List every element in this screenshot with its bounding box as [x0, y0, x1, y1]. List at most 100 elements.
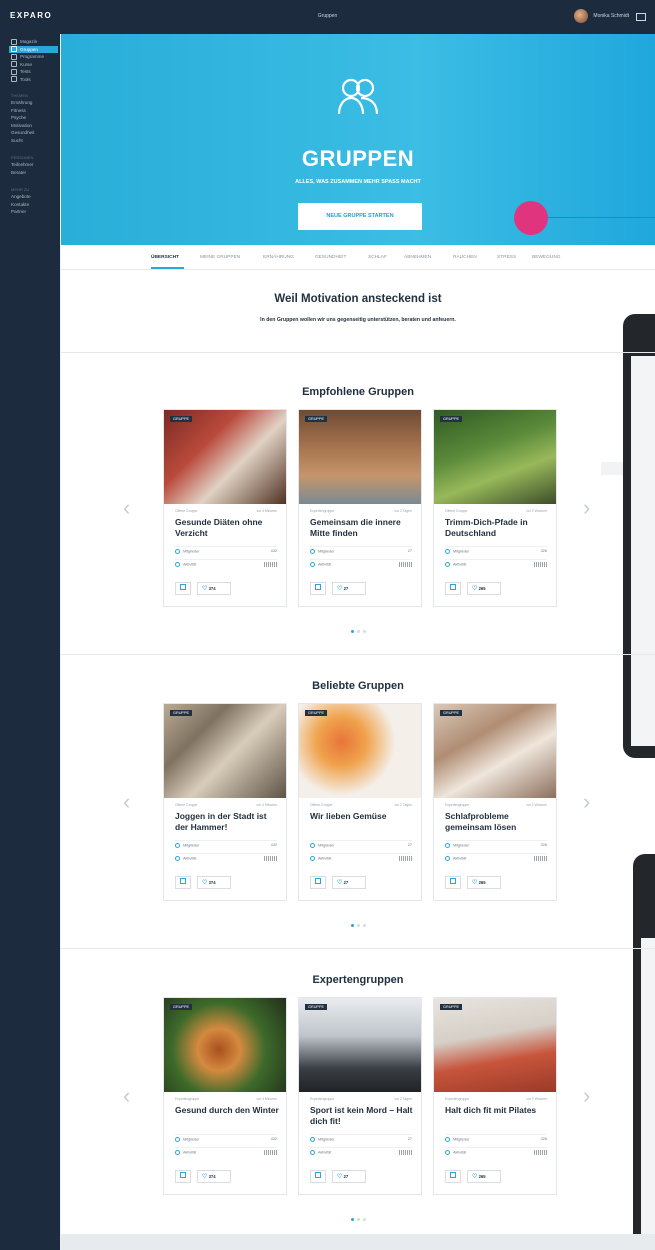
sidebar-link[interactable]: Teilnehmer	[0, 162, 60, 170]
activity-icon	[310, 856, 315, 861]
carousel-next-arrow[interactable]: ›	[583, 495, 590, 521]
activity-icon	[175, 562, 180, 567]
mail-icon[interactable]	[636, 13, 646, 21]
carousel-prev-arrow[interactable]: ‹	[123, 495, 130, 521]
hotspot-marker[interactable]	[514, 201, 548, 235]
group-card[interactable]: GRUPPE Expertengruppe vor 2 Tagen Sport i…	[298, 997, 422, 1195]
card-title[interactable]: Gemeinsam die innere Mitte finden	[310, 517, 414, 538]
heart-icon: ♡	[472, 1174, 478, 1180]
bookmark-button[interactable]	[175, 582, 191, 595]
test-icon	[11, 68, 17, 75]
group-card[interactable]: GRUPPE Offene Gruppe vor 2 Tagen Wir lieb…	[298, 703, 422, 901]
footer-band	[61, 1234, 655, 1250]
card-title[interactable]: Gesunde Diäten ohne Verzicht	[175, 517, 279, 538]
group-card[interactable]: GRUPPE Expertengruppe vor 4 Minuten Gesun…	[163, 997, 287, 1195]
sidebar-heading: PERSONEN	[11, 155, 34, 160]
carousel-pagination[interactable]	[61, 914, 655, 932]
card-image: GRUPPE	[434, 998, 556, 1092]
card-image: GRUPPE	[164, 704, 286, 798]
group-card[interactable]: GRUPPE Expertengruppe vor 2 Wochen Halt d…	[433, 997, 557, 1195]
card-title[interactable]: Halt dich fit mit Pilates	[445, 1105, 549, 1116]
tab-abnehmen[interactable]: ABNEHMEN	[404, 255, 431, 260]
bookmark-button[interactable]	[175, 1170, 191, 1183]
bookmark-button[interactable]	[175, 876, 191, 889]
group-card[interactable]: GRUPPE Expertengruppe vor 2 Tagen Gemeins…	[298, 409, 422, 607]
card-image: GRUPPE	[434, 410, 556, 504]
like-button[interactable]: ♡ 374	[197, 876, 231, 889]
user-name[interactable]: Monika Schmidt	[593, 13, 629, 19]
carousel-pagination[interactable]	[61, 620, 655, 638]
sidebar-item-kurse[interactable]: Kurse	[0, 61, 60, 69]
tab-stress[interactable]: STRESS	[497, 255, 516, 260]
divider	[61, 654, 655, 655]
carousel-prev-arrow[interactable]: ‹	[123, 1083, 130, 1109]
card-title[interactable]: Gesund durch den Winter	[175, 1105, 279, 1116]
sidebar-heading: MEHR ZU	[11, 187, 30, 192]
bookmark-button[interactable]	[445, 1170, 461, 1183]
activity-bars	[399, 856, 412, 861]
sidebar-link[interactable]: Psyche	[0, 115, 60, 123]
sidebar-item-tools[interactable]: Tools	[0, 76, 60, 84]
activity-icon	[445, 856, 450, 861]
card-title[interactable]: Trimm-Dich-Pfade in Deutschland	[445, 517, 549, 538]
tab-ernaehrung[interactable]: ERNÄHRUNG	[263, 255, 294, 260]
sidebar-heading: THEMEN	[11, 93, 28, 98]
sidebar-link[interactable]: Sucht	[0, 138, 60, 146]
sidebar-link[interactable]: Gesundheit	[0, 130, 60, 138]
page-title: Gruppen	[317, 13, 338, 19]
carousel-next-arrow[interactable]: ›	[583, 789, 590, 815]
sidebar-link[interactable]: Partner	[0, 209, 60, 217]
user-icon	[310, 1137, 315, 1142]
tab-uebersicht[interactable]: ÜBERSICHT	[151, 255, 179, 260]
group-card[interactable]: GRUPPE Offene Gruppe vor 4 Minuten Gesund…	[163, 409, 287, 607]
like-button[interactable]: ♡ 27	[332, 1170, 366, 1183]
sidebar-link[interactable]: Fitness	[0, 108, 60, 116]
sidebar-item-gruppen[interactable]: Gruppen	[9, 45, 58, 53]
active-tab-indicator	[151, 267, 184, 269]
carousel-pagination[interactable]	[61, 1208, 655, 1226]
card-title[interactable]: Joggen in der Stadt ist der Hammer!	[175, 811, 279, 832]
carousel-prev-arrow[interactable]: ‹	[123, 789, 130, 815]
tab-schlaf[interactable]: SCHLAF	[368, 255, 387, 260]
sidebar-item-programme[interactable]: Programme	[0, 53, 60, 61]
sidebar-link[interactable]: Berater	[0, 170, 60, 178]
sidebar-link[interactable]: Angebote	[0, 194, 60, 202]
bookmark-button[interactable]	[310, 1170, 326, 1183]
tab-meine-gruppen[interactable]: MEINE GRUPPEN	[200, 255, 240, 260]
carousel-next-arrow[interactable]: ›	[583, 1083, 590, 1109]
user-menu[interactable]: Monika Schmidt	[574, 9, 629, 23]
tab-rauchen[interactable]: RAUCHEN	[453, 255, 477, 260]
like-button[interactable]: ♡ 265	[467, 1170, 501, 1183]
sidebar-link[interactable]: Ernährung	[0, 100, 60, 108]
sidebar-link[interactable]: Kontakte	[0, 202, 60, 210]
tab-bewegung[interactable]: BEWEGUNG	[532, 255, 561, 260]
like-button[interactable]: ♡ 265	[467, 876, 501, 889]
sidebar-item-magazin[interactable]: Magazin	[0, 38, 60, 46]
sidebar-item-tests[interactable]: Tests	[0, 68, 60, 76]
card-title[interactable]: Wir lieben Gemüse	[310, 811, 414, 822]
bookmark-button[interactable]	[445, 582, 461, 595]
bookmark-button[interactable]	[445, 876, 461, 889]
new-group-button[interactable]: NEUE GRUPPE STARTEN	[298, 203, 422, 230]
like-button[interactable]: ♡ 374	[197, 582, 231, 595]
group-icon	[11, 46, 17, 53]
group-card[interactable]: GRUPPE Offene Gruppe vor 4 Minuten Joggen…	[163, 703, 287, 901]
avatar[interactable]	[574, 9, 589, 23]
intro-text: In den Gruppen wollen wir uns gegenseiti…	[260, 317, 456, 323]
sidebar-link[interactable]: Motivation	[0, 123, 60, 131]
activity-bars	[399, 562, 412, 567]
heart-icon: ♡	[337, 586, 343, 592]
tab-gesundheit[interactable]: GESUNDHEIT	[315, 255, 346, 260]
user-icon	[445, 843, 450, 848]
card-title[interactable]: Schlafprobleme gemeinsam lösen	[445, 811, 549, 832]
group-card[interactable]: GRUPPE Expertengruppe vor 2 Wochen Schlaf…	[433, 703, 557, 901]
group-card[interactable]: GRUPPE Offene Gruppe vor 2 Wochen Trimm-D…	[433, 409, 557, 607]
bookmark-button[interactable]	[310, 582, 326, 595]
card-title[interactable]: Sport ist kein Mord – Halt dich fit!	[310, 1105, 414, 1126]
like-button[interactable]: ♡ 27	[332, 876, 366, 889]
bookmark-button[interactable]	[310, 876, 326, 889]
like-button[interactable]: ♡ 374	[197, 1170, 231, 1183]
hotspot-line	[548, 217, 655, 218]
like-button[interactable]: ♡ 265	[467, 582, 501, 595]
like-button[interactable]: ♡ 27	[332, 582, 366, 595]
